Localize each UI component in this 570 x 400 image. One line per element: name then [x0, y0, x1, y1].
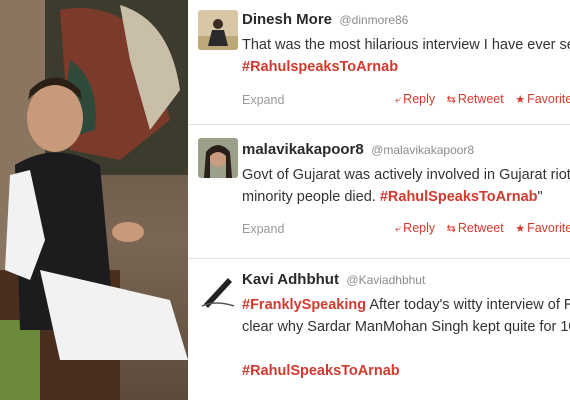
user-handle[interactable]: @malavikakapoor8 [371, 143, 474, 157]
reply-icon: ⤶ [395, 223, 402, 235]
retweet-icon: ⇆ [446, 223, 456, 235]
favorite-button[interactable]: ★ Favorite [515, 92, 570, 106]
favorite-button[interactable]: ★ Favorite [515, 221, 570, 235]
reply-button[interactable]: ⤶ Reply [395, 221, 435, 235]
user-name[interactable]: Dinesh More [242, 11, 332, 28]
star-icon: ★ [515, 223, 526, 235]
tweet-text-line: Govt of Gujarat was actively involved in… [242, 167, 570, 183]
retweet-icon: ⇆ [446, 94, 456, 106]
tweet-dinesh-more[interactable]: Dinesh More @dinmore86 That was the most… [188, 0, 570, 124]
tweet-header: Kavi Adhbhut @Kaviadhbhut [242, 271, 425, 289]
interview-photo [0, 0, 188, 400]
interview-photo-art [0, 0, 188, 400]
favorite-label: Favorite [527, 221, 570, 235]
tweet-malavikakapoor8[interactable]: malavikakapoor8 @malavikakapoor8 Govt of… [188, 124, 570, 258]
tweet-text: Govt of Gujarat was actively involved in… [242, 164, 570, 208]
retweet-button[interactable]: ⇆ Retweet [447, 221, 504, 235]
retweet-button[interactable]: ⇆ Retweet [447, 92, 504, 106]
hashtag-link[interactable]: #FranklySpeaking [242, 297, 366, 313]
avatar-image [198, 138, 238, 178]
avatar-image [198, 270, 238, 310]
star-icon: ★ [515, 94, 526, 106]
user-handle[interactable]: @dinmore86 [339, 13, 408, 27]
reply-label: Reply [403, 92, 436, 106]
retweet-label: Retweet [457, 92, 504, 106]
avatar-image [198, 10, 238, 50]
hashtag-link[interactable]: #RahulspeaksToArnab [242, 59, 398, 75]
tweet-header: malavikakapoor8 @malavikakapoor8 [242, 141, 474, 159]
user-name[interactable]: malavikakapoor8 [242, 141, 364, 158]
hashtag-link[interactable]: #RahulSpeaksToArnab [242, 363, 400, 379]
tweet-kavi-adhbhut[interactable]: Kavi Adhbhut @Kaviadhbhut #FranklySpeaki… [188, 258, 570, 400]
reply-button[interactable]: ⤶ Reply [395, 92, 435, 106]
avatar[interactable] [198, 10, 238, 50]
tweet-header: Dinesh More @dinmore86 [242, 11, 408, 29]
expand-link[interactable]: Expand [242, 222, 284, 236]
tweet-text: That was the most hilarious interview I … [242, 34, 570, 78]
tweet-text-line: After today's witty interview of RaGa No… [369, 297, 570, 313]
tweet-text: #FranklySpeaking After today's witty int… [242, 294, 570, 382]
reply-label: Reply [403, 221, 436, 235]
retweet-label: Retweet [457, 221, 504, 235]
tweet-text-trail: " [537, 189, 543, 205]
avatar[interactable] [198, 270, 238, 310]
favorite-label: Favorite [527, 92, 570, 106]
tweet-text-line: clear why Sardar ManMohan Singh kept qui… [242, 319, 570, 335]
tweet-actions: ⤶Reply ⇆Retweet ★Favorite •M [395, 92, 570, 107]
user-handle[interactable]: @Kaviadhbhut [346, 273, 425, 287]
user-name[interactable]: Kavi Adhbhut [242, 271, 339, 288]
hashtag-link[interactable]: #RahulSpeaksToArnab [380, 189, 538, 205]
tweet-actions: ⤶Reply ⇆Retweet ★Favorite •M [395, 221, 570, 236]
avatar[interactable] [198, 138, 238, 178]
tweet-text-line: That was the most hilarious interview I … [242, 37, 570, 53]
reply-icon: ⤶ [395, 94, 402, 106]
tweet-text-line: minority people died. [242, 189, 376, 205]
expand-link[interactable]: Expand [242, 93, 284, 107]
tweet-list: Dinesh More @dinmore86 That was the most… [188, 0, 570, 400]
